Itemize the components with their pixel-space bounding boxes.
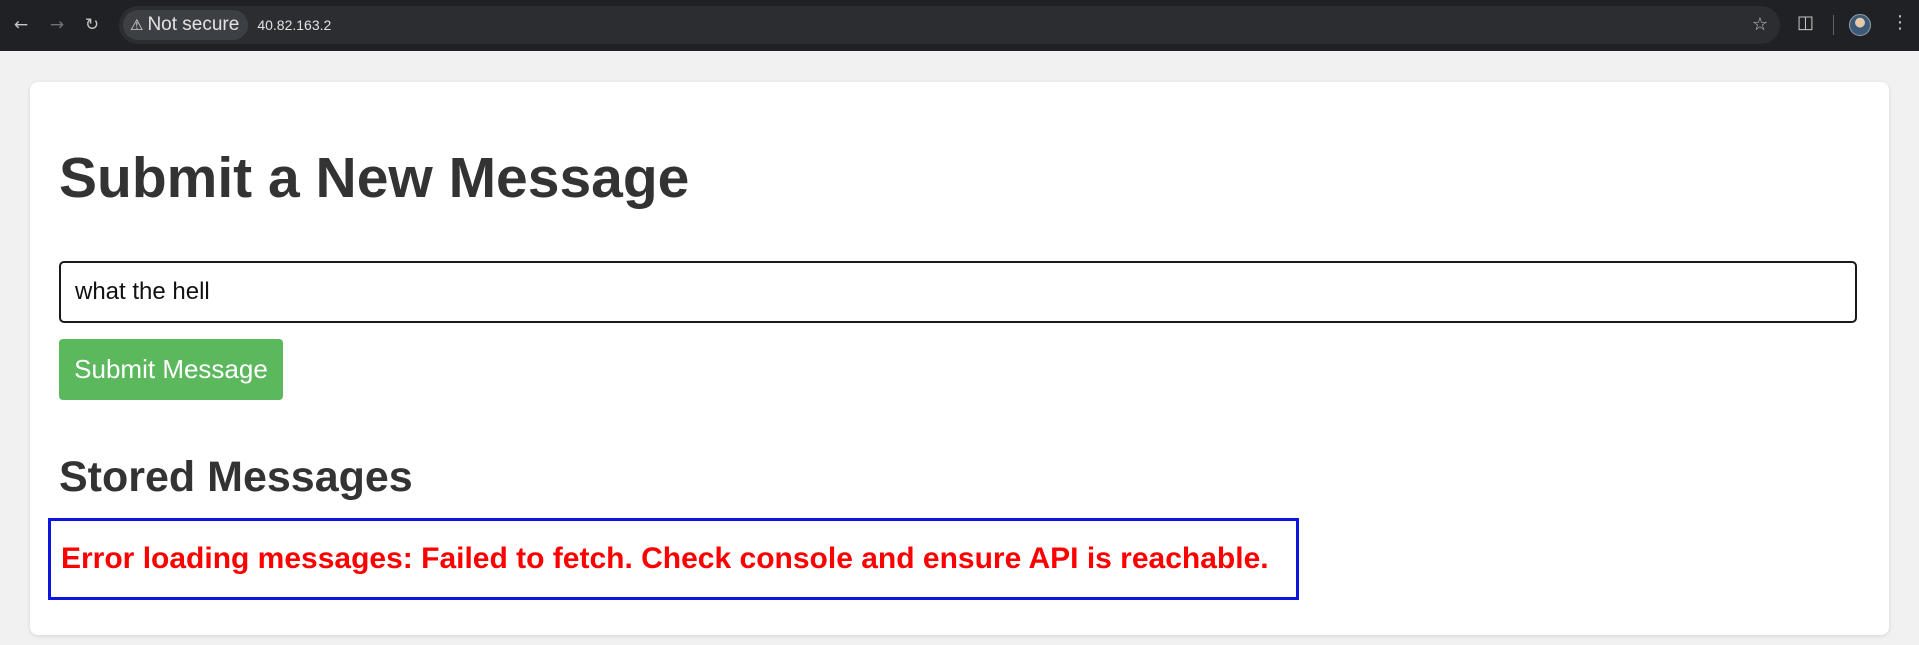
- back-icon[interactable]: ←: [10, 14, 32, 36]
- puzzle-icon[interactable]: ◫: [1797, 12, 1814, 33]
- security-label: Not secure: [147, 14, 240, 35]
- error-message: Error loading messages: Failed to fetch.…: [61, 542, 1269, 575]
- profile-avatar[interactable]: [1849, 14, 1871, 36]
- star-icon[interactable]: ☆: [1752, 14, 1768, 35]
- toolbar-divider: [1833, 15, 1834, 35]
- message-input[interactable]: [59, 261, 1857, 323]
- stored-messages-title: Stored Messages: [59, 453, 413, 501]
- browser-toolbar: ← → ↻ ⚠ Not secure 40.82.163.2 ☆ ◫ ⋮: [0, 0, 1919, 51]
- warning-triangle-icon: ⚠: [130, 16, 144, 34]
- reload-icon[interactable]: ↻: [81, 14, 103, 36]
- submit-message-button[interactable]: Submit Message: [59, 339, 283, 400]
- kebab-menu-icon[interactable]: ⋮: [1891, 12, 1909, 33]
- forward-icon[interactable]: →: [46, 14, 68, 36]
- security-chip[interactable]: ⚠ Not secure: [123, 10, 249, 40]
- messages-error-box: Error loading messages: Failed to fetch.…: [48, 518, 1299, 600]
- address-bar[interactable]: ⚠ Not secure 40.82.163.2 ☆: [119, 6, 1780, 44]
- page-title: Submit a New Message: [59, 146, 690, 210]
- url-text[interactable]: 40.82.163.2: [257, 17, 331, 33]
